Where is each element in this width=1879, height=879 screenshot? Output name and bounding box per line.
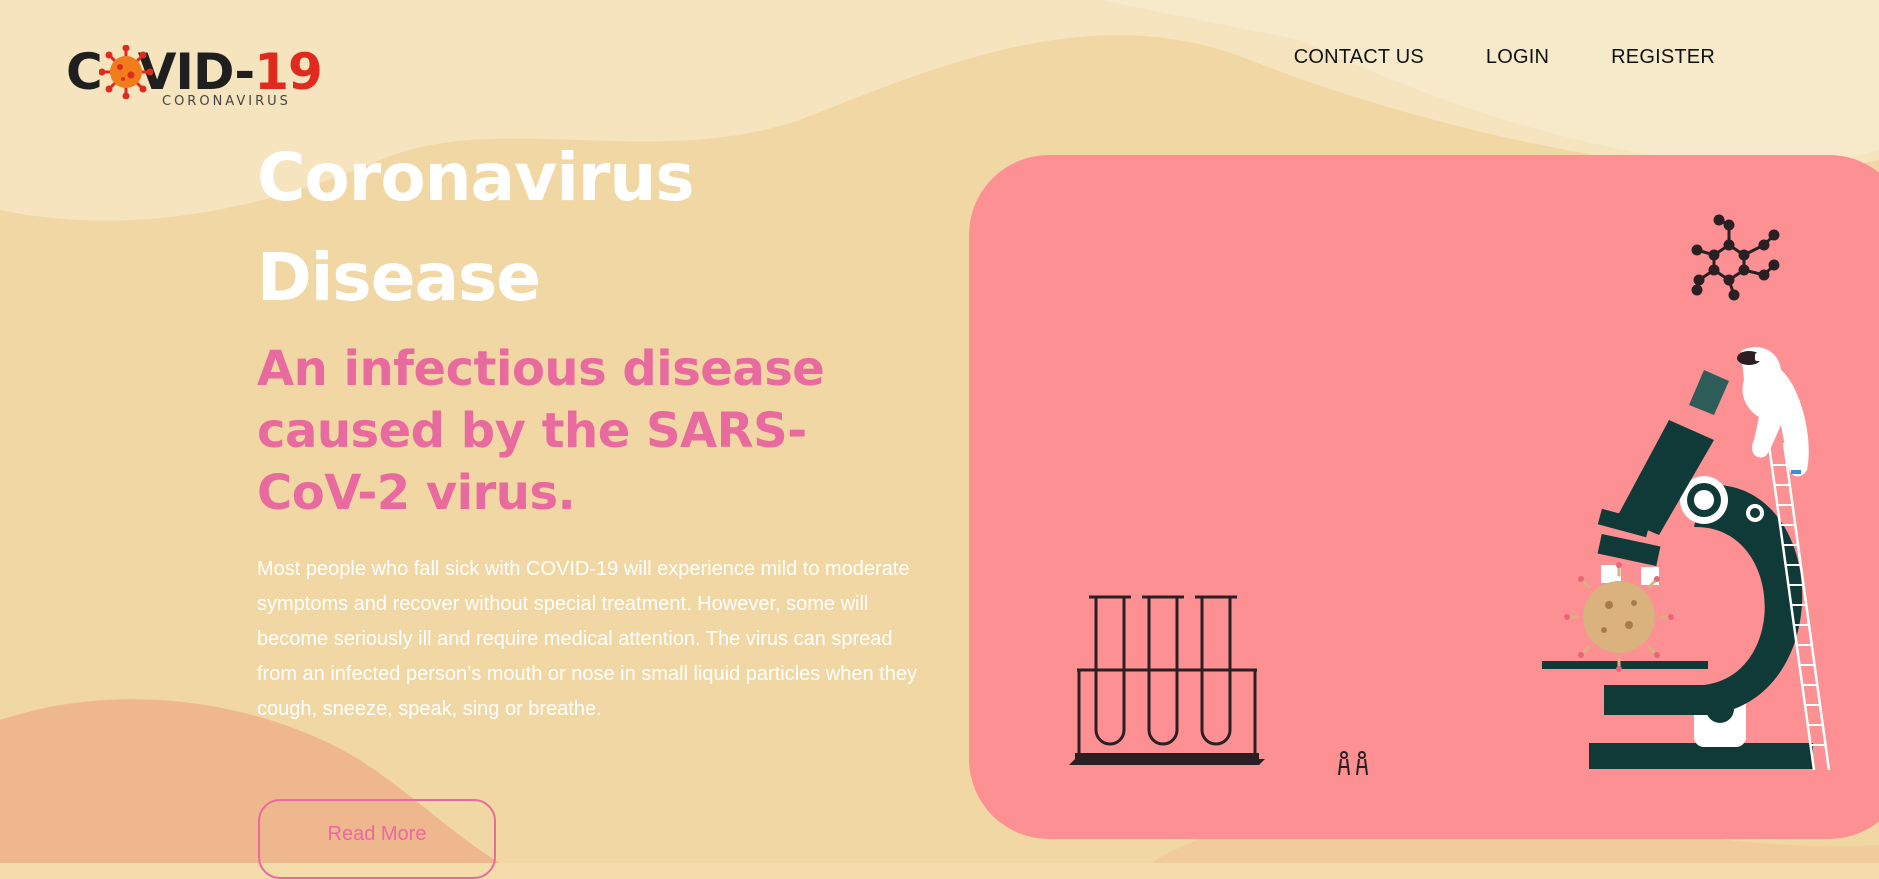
hero-title: Coronavirus Disease: [257, 128, 777, 328]
read-more-button[interactable]: Read More: [258, 799, 496, 879]
lab-illustration: [1069, 214, 1831, 776]
logo-number: 19: [254, 43, 323, 101]
hero-description: Most people who fall sick with COVID-19 …: [257, 558, 917, 720]
test-tubes-icon: [1077, 595, 1257, 760]
scientist-icon: [1737, 347, 1809, 477]
molecule-icon: [1691, 214, 1780, 301]
virus-icon: [99, 45, 153, 99]
nav-register[interactable]: REGISTER: [1611, 46, 1715, 69]
people-icon: [1338, 751, 1368, 776]
logo-subtitle: CORONAVIRUS: [162, 94, 291, 109]
hero-subtitle: An infectious disease caused by the SARS…: [257, 341, 825, 521]
hero-title-line2: Disease: [257, 239, 541, 316]
nav-login[interactable]: LOGIN: [1486, 46, 1549, 69]
covid19-logo[interactable]: C VID-19 CORONAVIRUS: [66, 42, 323, 112]
hero-title-line1: Coronavirus: [257, 139, 695, 216]
logo-letter-c: C: [66, 43, 103, 101]
main-nav: CONTACT US LOGIN REGISTER: [1232, 46, 1715, 69]
logo-letters: VID-: [137, 43, 255, 101]
nav-contact-us[interactable]: CONTACT US: [1294, 46, 1424, 69]
